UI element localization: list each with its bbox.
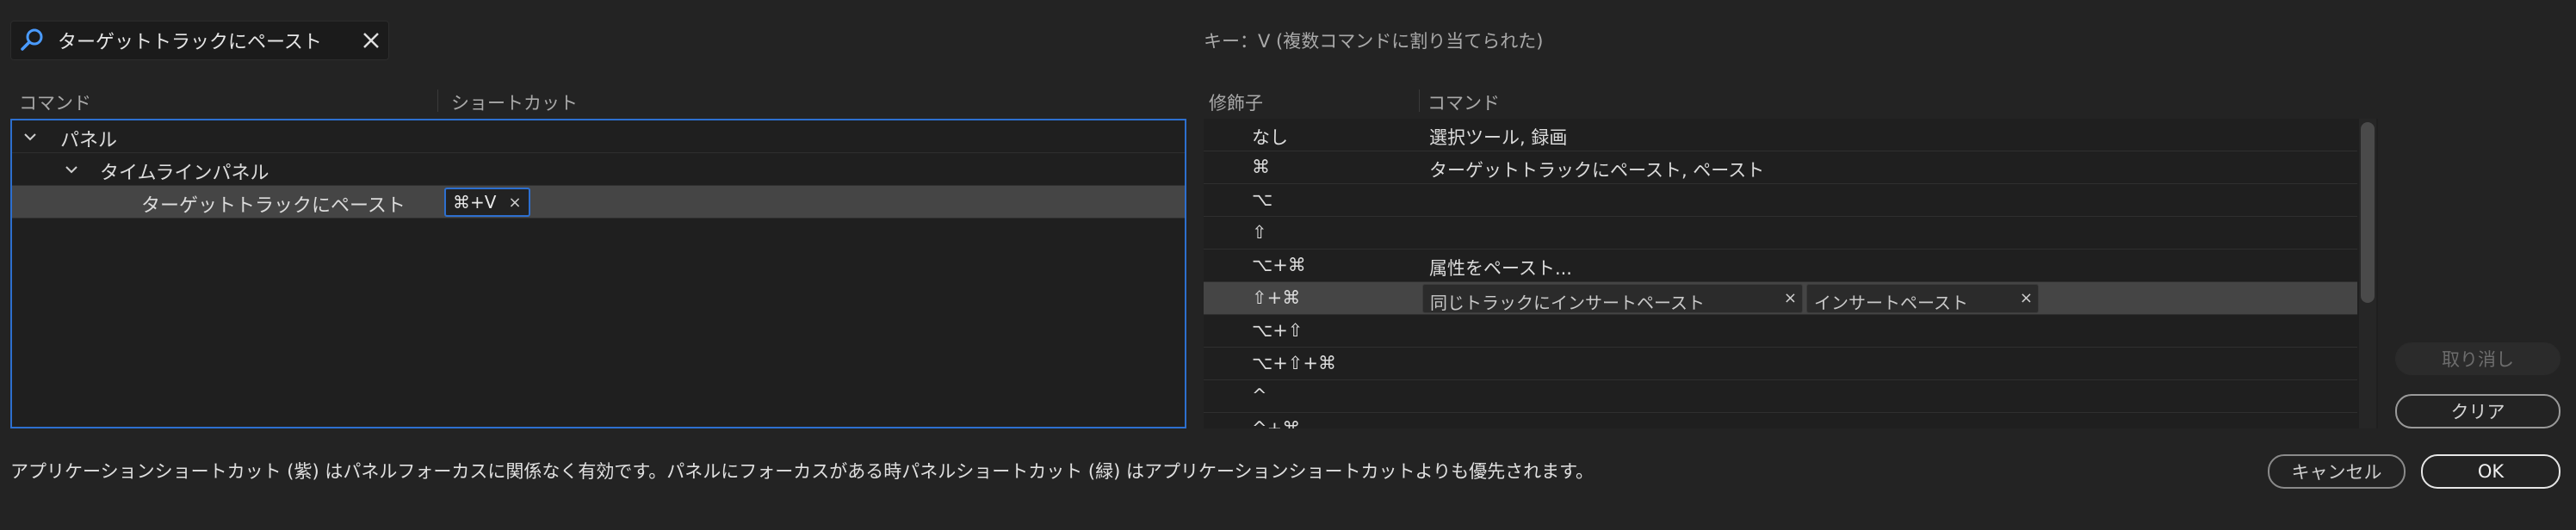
- key-info: キー：V (複数コマンドに割り当てられた): [1204, 31, 1544, 52]
- command-cell: 選択ツール, 録画: [1429, 127, 1568, 148]
- scrollbar-thumb[interactable]: [2361, 122, 2375, 303]
- remove-command-icon[interactable]: ×: [1784, 289, 1797, 307]
- tree-row-timeline-panel[interactable]: タイムラインパネル: [12, 153, 1185, 186]
- table-row[interactable]: ^: [1204, 380, 2357, 413]
- command-chip-label: 同じトラックにインサートペースト: [1430, 293, 1705, 313]
- modifier-cell: ⌥+⌘: [1252, 255, 1306, 275]
- shortcut-key: ⌘+V: [453, 192, 497, 213]
- search-box[interactable]: [10, 21, 389, 60]
- remove-command-icon[interactable]: ×: [2020, 289, 2033, 307]
- command-chip[interactable]: インサートペースト ×: [1806, 284, 2039, 313]
- modifier-cell: ⌥+⇧: [1252, 320, 1303, 341]
- modifier-cell: ⌥: [1252, 189, 1273, 210]
- command-tree[interactable]: パネル タイムラインパネル ターゲットトラックにペースト ⌘+V ×: [10, 119, 1186, 428]
- clear-button[interactable]: クリア: [2395, 394, 2561, 428]
- table-row[interactable]: ⇧+⌘ 同じトラックにインサートペースト × インサートペースト ×: [1204, 282, 2357, 315]
- table-row[interactable]: なし 選択ツール, 録画: [1204, 119, 2357, 151]
- tree-row-label: タイムラインパネル: [100, 163, 269, 184]
- tree-row-panel[interactable]: パネル: [12, 120, 1185, 153]
- modifier-cell: なし: [1252, 127, 1288, 148]
- modifier-cell: ⌘: [1252, 157, 1270, 177]
- table-row[interactable]: ⌥+⌘ 属性をペースト...: [1204, 250, 2357, 282]
- tree-row-label: ターゲットトラックにペースト: [141, 195, 406, 217]
- clear-search-icon[interactable]: [359, 28, 383, 52]
- remove-shortcut-icon[interactable]: ×: [508, 194, 521, 212]
- command-chip-label: インサートペースト: [1814, 293, 1968, 313]
- modifier-cell: ⇧+⌘: [1252, 287, 1301, 308]
- shortcut-chip[interactable]: ⌘+V ×: [444, 188, 530, 217]
- chevron-down-icon[interactable]: [62, 160, 81, 179]
- column-divider: [1419, 89, 1420, 112]
- table-row[interactable]: ⌥+⇧+⌘: [1204, 348, 2357, 380]
- undo-button[interactable]: 取り消し: [2395, 342, 2561, 375]
- table-row[interactable]: ⇧: [1204, 217, 2357, 250]
- command-cell: ターゲットトラックにペースト, ペースト: [1429, 160, 1765, 181]
- column-header-modifier[interactable]: 修飾子: [1209, 89, 1263, 115]
- ok-button[interactable]: OK: [2421, 454, 2561, 489]
- modifier-cell: ^: [1252, 385, 1267, 406]
- search-icon: [21, 28, 43, 51]
- tree-row-label: パネル: [60, 130, 118, 151]
- search-input[interactable]: [58, 22, 350, 59]
- column-header-command[interactable]: コマンド: [1427, 89, 1500, 115]
- command-cell: 属性をペースト...: [1429, 258, 1572, 279]
- table-row[interactable]: ⌘ ターゲットトラックにペースト, ペースト: [1204, 151, 2357, 184]
- column-header-command[interactable]: コマンド: [19, 89, 91, 115]
- table-row[interactable]: ⌥: [1204, 184, 2357, 217]
- command-chip[interactable]: 同じトラックにインサートペースト ×: [1422, 284, 1803, 313]
- column-header-shortcut[interactable]: ショートカット: [451, 89, 578, 115]
- chevron-down-icon[interactable]: [21, 127, 40, 146]
- cancel-button[interactable]: キャンセル: [2268, 454, 2406, 489]
- table-row[interactable]: ^+⌘: [1204, 413, 2357, 428]
- column-divider: [437, 89, 438, 112]
- modifier-table[interactable]: なし 選択ツール, 録画 ⌘ ターゲットトラックにペースト, ペースト ⌥ ⇧ …: [1204, 119, 2378, 428]
- footer-note: アプリケーションショートカット (紫) はパネルフォーカスに関係なく有効です。パ…: [10, 461, 1595, 482]
- modifier-cell: ⇧: [1252, 222, 1267, 243]
- modifier-cell: ^+⌘: [1252, 418, 1301, 428]
- modifier-cell: ⌥+⇧+⌘: [1252, 353, 1336, 373]
- tree-row-paste-to-target-track[interactable]: ターゲットトラックにペースト ⌘+V ×: [12, 186, 1185, 219]
- table-row[interactable]: ⌥+⇧: [1204, 315, 2357, 348]
